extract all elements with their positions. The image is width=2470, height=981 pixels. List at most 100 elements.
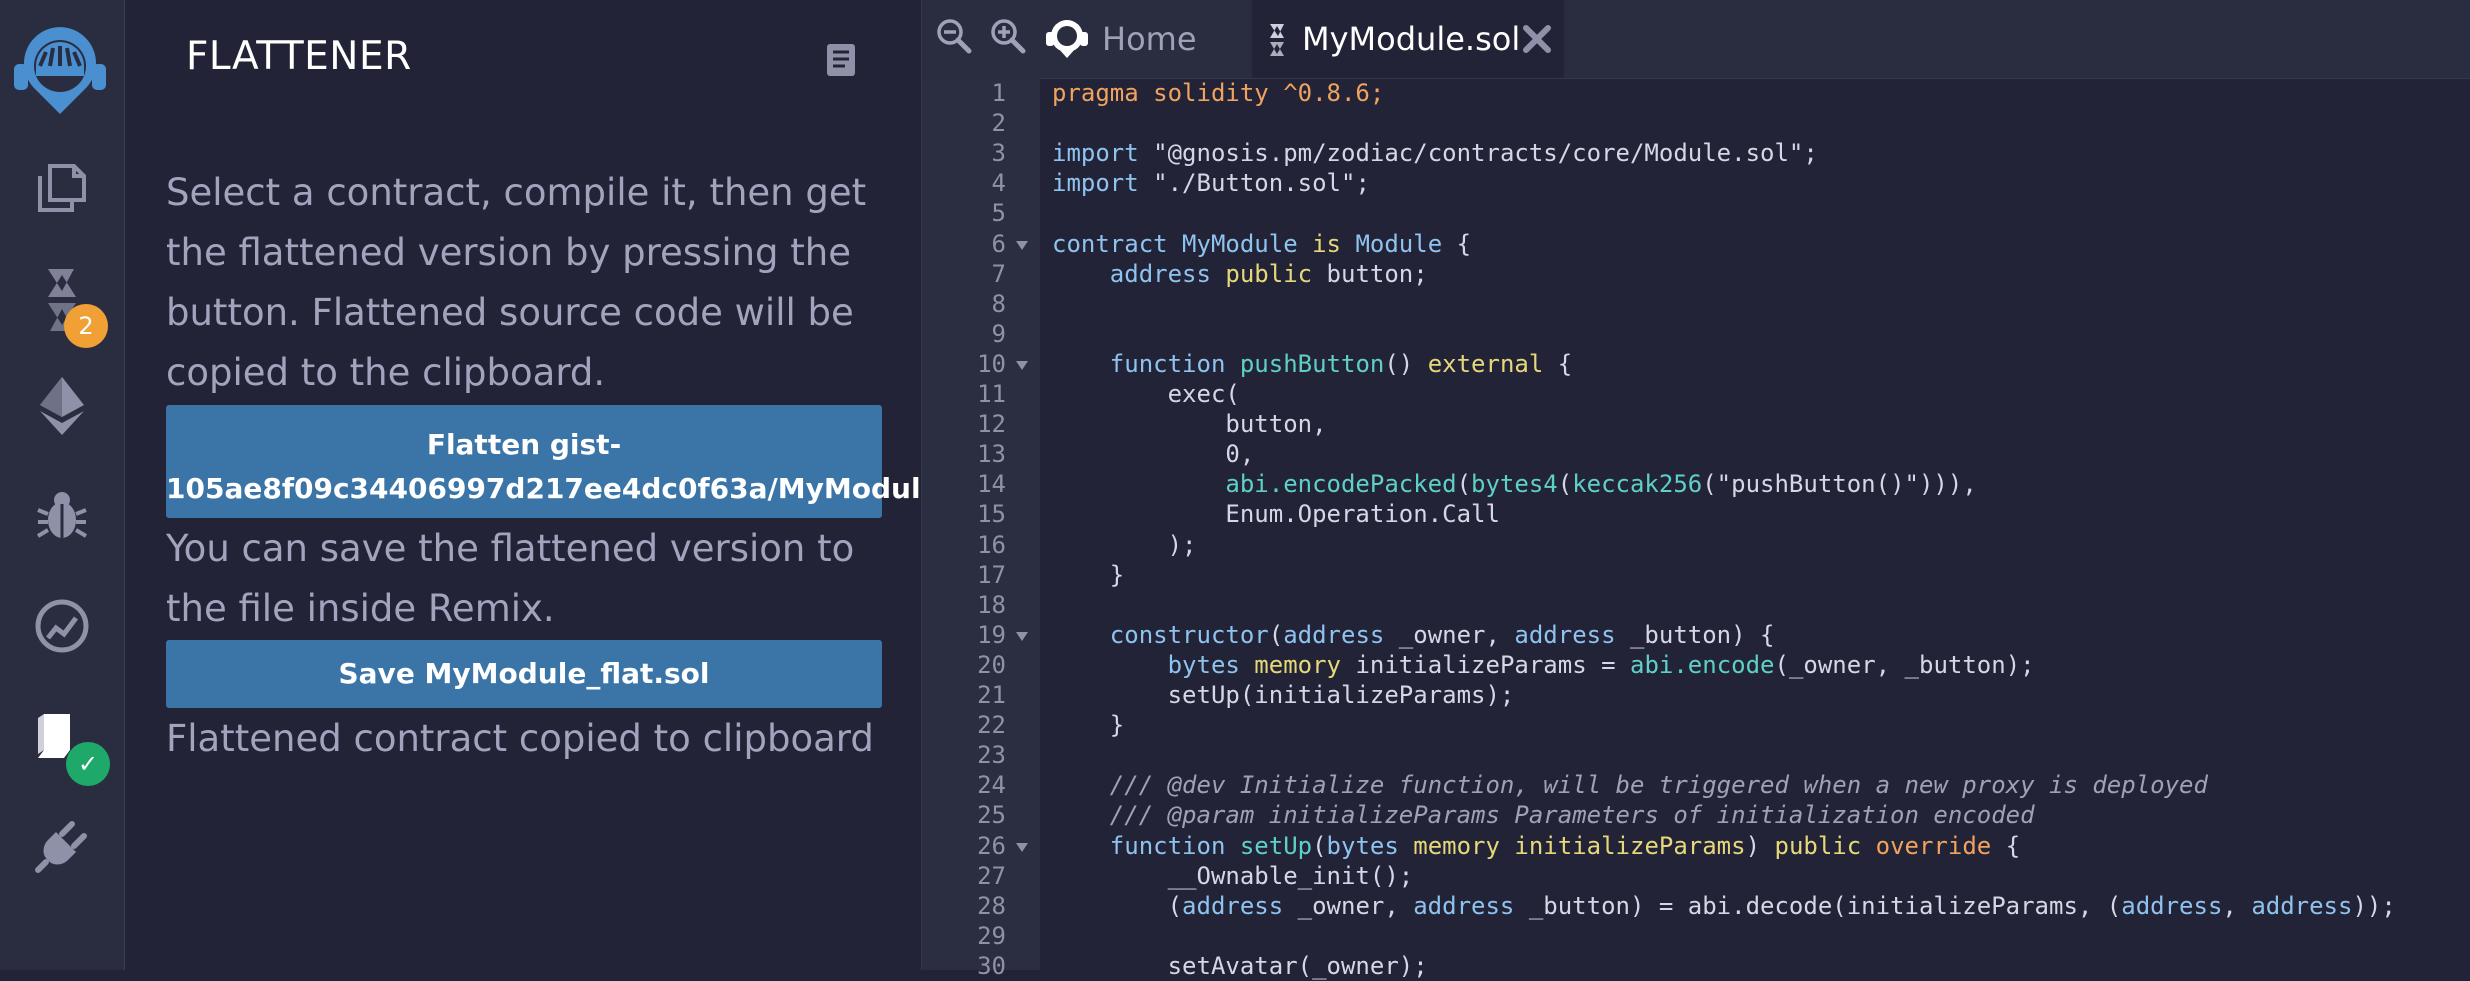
line-number: 22 [977, 711, 1006, 740]
line-number: 3 [991, 139, 1006, 168]
line-number: 28 [977, 891, 1006, 920]
code-line: import "./Button.sol"; [1052, 168, 1370, 198]
zoom-out-icon[interactable] [936, 18, 972, 59]
line-number: 9 [991, 319, 1006, 348]
line-number: 2 [991, 109, 1006, 138]
code-token: memory initializeParams [1413, 831, 1746, 860]
code-token: bytes4 [1471, 470, 1558, 499]
code-token: external [1427, 349, 1558, 378]
fold-toggle-icon[interactable] [1016, 842, 1028, 852]
solidity-compiler-icon[interactable]: 2 [22, 260, 108, 348]
code-token: exec( [1052, 380, 1240, 408]
home-tab-label[interactable]: Home [1102, 20, 1197, 58]
active-tab-label: MyModule.sol [1302, 20, 1521, 58]
code-token: "@gnosis.pm/zodiac/contracts/core/Module… [1153, 139, 1818, 168]
code-token: ( [1312, 831, 1327, 860]
line-number: 8 [991, 289, 1006, 318]
code-token: function [1109, 831, 1240, 860]
code-token: override [1875, 831, 2006, 860]
code-token: _owner, [1297, 891, 1414, 920]
line-number: 24 [977, 771, 1006, 800]
code-line: setUp(initializeParams); [1052, 680, 1515, 710]
line-number: 1 [991, 79, 1006, 107]
flattener-icon[interactable]: ✓ [22, 696, 110, 786]
editor-tab-bar: Home MyModule.sol [922, 0, 2470, 79]
line-number: 12 [977, 410, 1006, 439]
code-token: function [1109, 349, 1240, 378]
code-token: address [2251, 891, 2353, 920]
code-token: 0, [1052, 440, 1255, 469]
code-line: ); [1052, 530, 1197, 560]
documentation-icon[interactable] [825, 42, 857, 83]
code-token: import [1052, 139, 1154, 168]
solidity-file-icon [1266, 22, 1288, 63]
line-number: 30 [977, 951, 1006, 980]
code-token: Enum.Operation.Call [1052, 500, 1500, 529]
code-token: ( [1052, 891, 1183, 920]
zoom-in-icon[interactable] [990, 18, 1026, 59]
code-token: ( [1268, 620, 1284, 649]
fold-toggle-icon[interactable] [1016, 240, 1028, 250]
flatten-button-line1: Flatten gist- [426, 428, 622, 461]
fold-toggle-icon[interactable] [1016, 360, 1028, 370]
plugin-manager-icon[interactable] [22, 806, 102, 886]
home-tab-icon[interactable] [1044, 14, 1090, 65]
code-token: _button) { [1629, 620, 1775, 649]
code-line: function setUp(bytes memory initializePa… [1052, 831, 2020, 861]
code-line: } [1052, 560, 1124, 590]
code-token: public [1774, 831, 1876, 860]
code-token: abi.encode [1630, 650, 1775, 679]
deploy-run-icon[interactable] [22, 366, 102, 446]
line-number: 11 [977, 380, 1006, 408]
code-line: Enum.Operation.Call [1052, 499, 1500, 529]
code-line: abi.encodePacked(bytes4(keccak256("pushB… [1052, 469, 1977, 499]
line-number: 18 [977, 590, 1006, 619]
code-token: ("pushButton()"))), [1702, 470, 1977, 499]
code-line: function pushButton() external { [1052, 349, 1572, 379]
code-token: } [1052, 711, 1125, 740]
line-number: 23 [977, 741, 1006, 770]
compiler-badge: 2 [64, 304, 108, 348]
intro-text: Select a contract, compile it, then get … [166, 171, 867, 394]
code-token: constructor [1109, 620, 1269, 649]
code-line: exec( [1052, 379, 1240, 409]
flattener-panel: FLATTENER Select a contract, compile it,… [125, 0, 923, 970]
code-line: contract MyModule is Module { [1052, 229, 1471, 259]
tab-mymodule[interactable]: MyModule.sol [1252, 0, 1564, 78]
line-number: 21 [977, 681, 1006, 709]
code-line: import "@gnosis.pm/zodiac/contracts/core… [1052, 138, 1818, 168]
code-line: button, [1052, 409, 1327, 439]
debugger-icon[interactable] [22, 476, 102, 556]
code-token: { [2005, 831, 2021, 860]
code-editor: Home MyModule.sol 1 2 3 4 5 6 7 8 9 10 11 12 13 14 15 1… [922, 0, 2470, 980]
remix-logo-icon[interactable] [4, 20, 116, 120]
code-token: pushButton [1239, 349, 1385, 378]
line-number: 5 [991, 199, 1006, 228]
file-explorer-icon[interactable] [22, 148, 102, 228]
line-number: 17 [977, 560, 1006, 589]
code-token: button, [1052, 410, 1327, 439]
code-token: setUp [1239, 831, 1313, 860]
save-hint-text: You can save the flattened version to th… [166, 527, 855, 630]
line-number: 20 [977, 650, 1006, 679]
code-token: address [1182, 891, 1298, 920]
code-line: } [1052, 710, 1124, 740]
code-line: address public button; [1052, 259, 1428, 289]
line-number: 16 [977, 530, 1006, 559]
code-token: abi.encodePacked [1225, 470, 1457, 499]
code-line: 0, [1052, 439, 1254, 469]
analysis-icon[interactable] [22, 586, 102, 666]
save-flat-button[interactable]: Save MyModule_flat.sol [166, 640, 882, 708]
code-area[interactable]: pragma solidity ^0.8.6; import "@gnosis.p… [1052, 78, 2470, 980]
fold-toggle-icon[interactable] [1016, 631, 1028, 641]
close-tab-icon[interactable] [1522, 24, 1552, 59]
flatten-button-line2: 105ae8f09c34406997d217ee4dc0f63a/MyModul… [166, 472, 923, 505]
code-line: setAvatar(_owner); [1052, 951, 1428, 981]
flatten-button[interactable]: Flatten gist- 105ae8f09c34406997d217ee4d… [166, 405, 923, 518]
line-number: 27 [977, 861, 1006, 890]
code-token: { [1557, 349, 1573, 378]
code-token: ); [1052, 530, 1197, 559]
code-token: ( [1557, 470, 1573, 499]
